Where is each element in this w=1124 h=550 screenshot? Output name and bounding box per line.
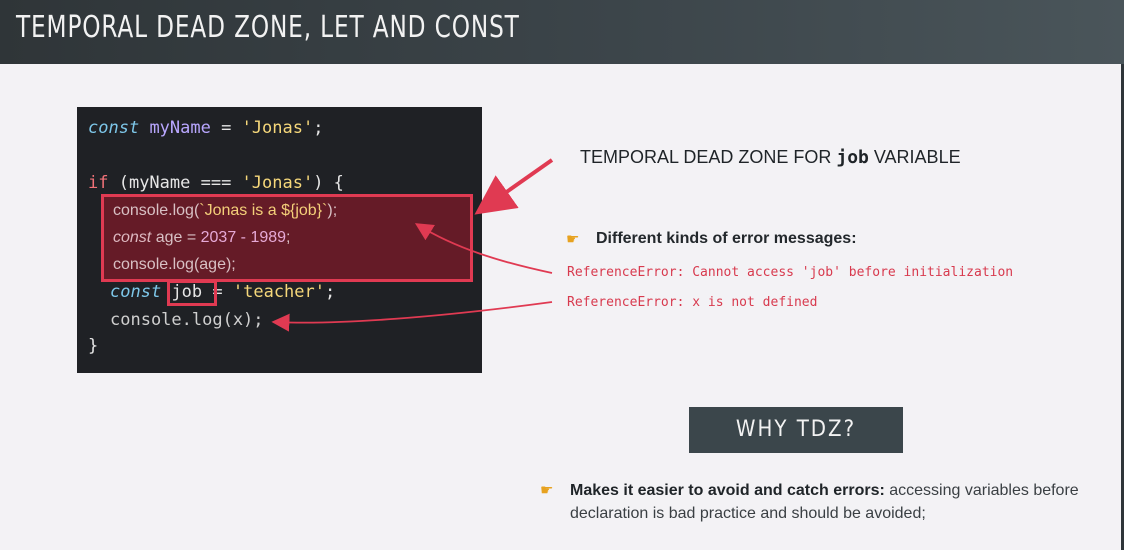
code-string: 'Jonas'	[241, 118, 314, 138]
code-variable: myName	[149, 118, 211, 138]
temporal-dead-zone-highlight: console.log(`Jonas is a ${job}`); const …	[101, 194, 473, 282]
code-number: 2037 - 1989	[200, 229, 287, 246]
code-line-6: const job = 'teacher';	[110, 280, 335, 304]
code-operator: =	[210, 118, 242, 138]
code-line-3: console.log(`Jonas is a ${job}`);	[113, 199, 337, 223]
why-tdz-explanation: Makes it easier to avoid and catch error…	[570, 479, 1080, 525]
code-line-7: console.log(x);	[110, 308, 264, 332]
code-string: 'teacher'	[232, 282, 325, 302]
code-punct: ;	[313, 118, 324, 138]
code-punct: );	[327, 202, 338, 219]
why-bold: Makes it easier to avoid and catch error…	[570, 482, 885, 499]
code-call: console.log(age);	[113, 256, 236, 273]
code-keyword: const	[88, 118, 140, 138]
code-punct: }	[88, 336, 99, 356]
code-line-1: const myName = 'Jonas';	[88, 116, 323, 140]
code-call: console.log(	[113, 202, 200, 219]
code-keyword: const	[113, 229, 152, 246]
code-string: 'Jonas'	[241, 173, 314, 193]
tdz-label-suffix: VARIABLE	[868, 147, 961, 167]
pointing-hand-icon: ☛	[566, 231, 580, 248]
slide-header: TEMPORAL DEAD ZONE, LET AND CONST	[0, 0, 1124, 64]
job-declaration-highlight	[167, 280, 217, 306]
code-variable: age =	[151, 229, 201, 246]
code-operator: (myName ===	[108, 173, 242, 193]
slide-title: TEMPORAL DEAD ZONE, LET AND CONST	[16, 10, 520, 45]
code-line-8: }	[88, 334, 98, 358]
code-keyword: if	[88, 173, 109, 193]
code-line-4: const age = 2037 - 1989;	[113, 226, 290, 250]
tdz-label: TEMPORAL DEAD ZONE FOR job VARIABLE	[580, 147, 961, 168]
tdz-label-prefix: TEMPORAL DEAD ZONE FOR	[580, 147, 837, 167]
code-keyword: const	[110, 282, 162, 302]
code-punct: ;	[286, 229, 291, 246]
code-string: `Jonas is a ${job}`	[199, 202, 328, 219]
code-punct: ) {	[313, 173, 344, 193]
error-heading: Different kinds of error messages:	[596, 230, 857, 247]
tdz-arrow	[474, 158, 554, 215]
code-line-5: console.log(age);	[113, 253, 236, 277]
code-punct: ;	[325, 282, 336, 302]
error-message-x: ReferenceError: x is not defined	[567, 295, 818, 310]
tdz-label-code: job	[836, 147, 869, 168]
code-line-2: if (myName === 'Jonas') {	[88, 171, 344, 195]
error-message-job: ReferenceError: Cannot access 'job' befo…	[567, 265, 1014, 280]
code-call: console.log(x);	[110, 310, 264, 330]
pointing-hand-icon: ☛	[540, 482, 554, 499]
why-tdz-button[interactable]: WHY TDZ?	[689, 407, 903, 453]
